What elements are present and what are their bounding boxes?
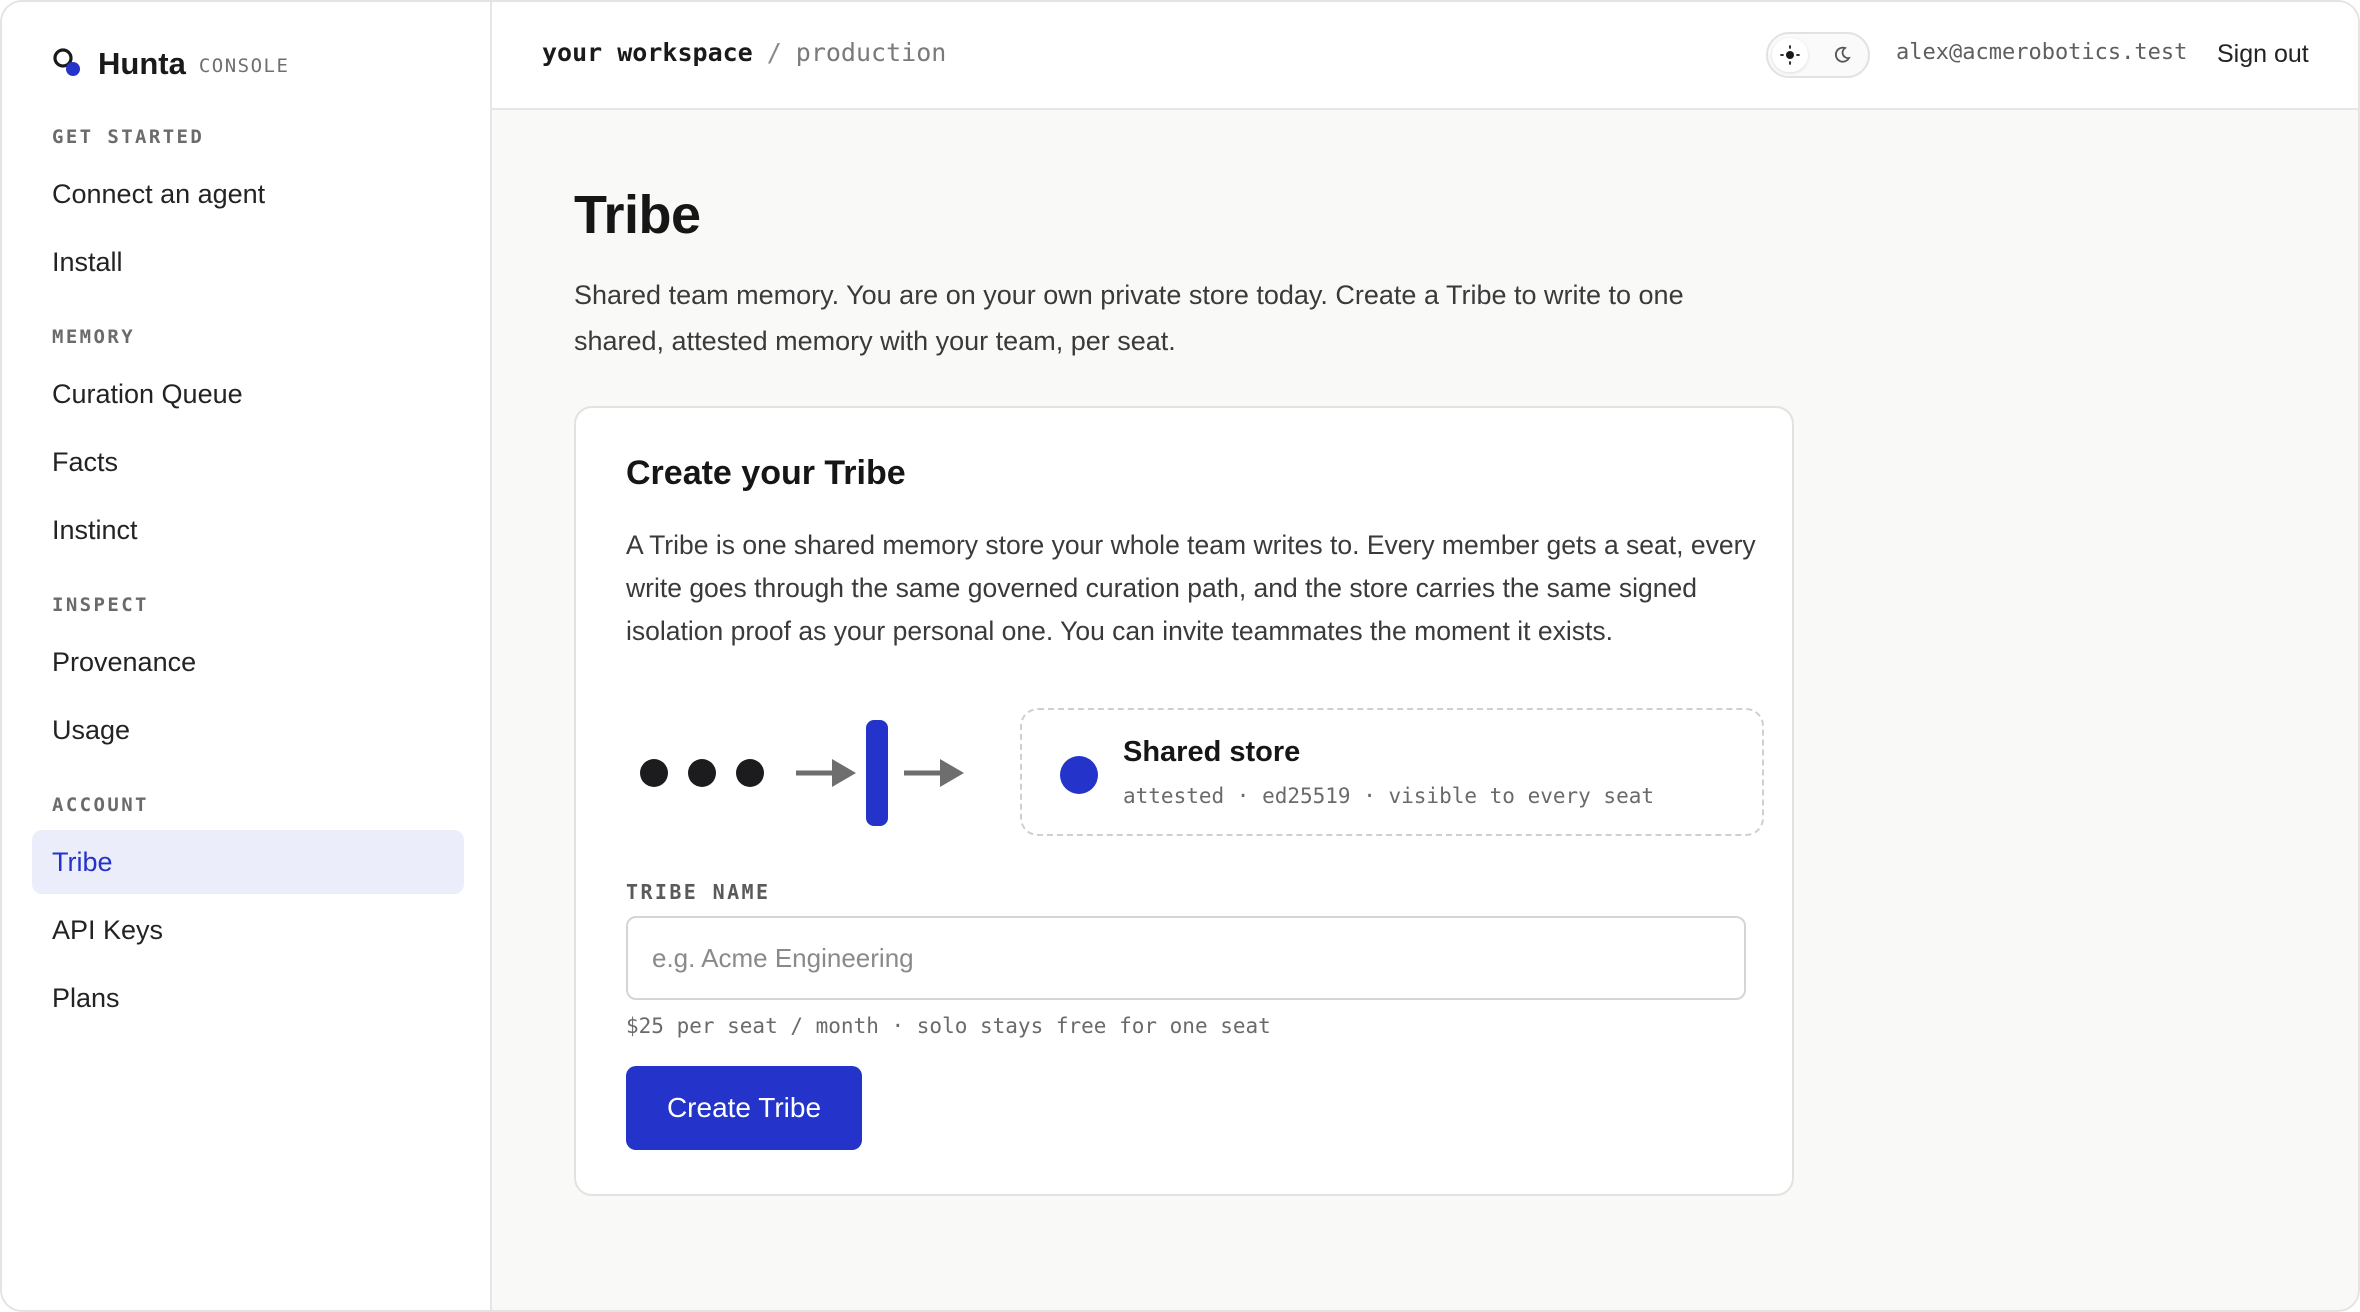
sidebar-item-plans[interactable]: Plans	[32, 966, 464, 1030]
arrow-right-icon	[904, 759, 964, 787]
sidebar: Hunta CONSOLE GET STARTED Connect an age…	[2, 2, 492, 1310]
sidebar-item-provenance[interactable]: Provenance	[32, 630, 464, 694]
page-title: Tribe	[574, 185, 701, 245]
tribe-name-label: TRIBE NAME	[626, 880, 771, 904]
breadcrumb-workspace[interactable]: your workspace	[542, 38, 753, 67]
breadcrumb-environment[interactable]: production	[796, 38, 947, 67]
sun-icon[interactable]	[1772, 38, 1808, 72]
member-dot	[640, 759, 668, 787]
create-tribe-card: Create your Tribe A Tribe is one shared …	[574, 406, 1794, 1196]
moon-icon[interactable]	[1826, 39, 1858, 71]
sidebar-item-install[interactable]: Install	[32, 230, 464, 294]
breadcrumb-separator: /	[766, 38, 782, 67]
flow-illustration	[640, 720, 964, 826]
create-tribe-button[interactable]: Create Tribe	[626, 1066, 862, 1150]
card-title: Create your Tribe	[626, 454, 906, 492]
sidebar-item-instinct[interactable]: Instinct	[32, 498, 464, 562]
tribe-name-input[interactable]	[626, 916, 1746, 1000]
nav-section-inspect: INSPECT	[52, 594, 149, 616]
sign-out-link[interactable]: Sign out	[2217, 40, 2309, 69]
page-description: Shared team memory. You are on your own …	[574, 280, 1684, 356]
nav-section-account: ACCOUNT	[52, 794, 149, 816]
brand[interactable]: Hunta CONSOLE	[52, 44, 289, 84]
sidebar-item-tribe[interactable]: Tribe	[32, 830, 464, 894]
sidebar-item-api-keys[interactable]: API Keys	[32, 898, 464, 962]
store-title: Shared store	[1123, 736, 1301, 768]
sidebar-item-curation-queue[interactable]: Curation Queue	[32, 362, 464, 426]
pricing-hint: $25 per seat / month · solo stays free f…	[626, 1014, 1271, 1038]
member-dot	[688, 759, 716, 787]
store-dot-icon	[1060, 756, 1098, 794]
app-window: Hunta CONSOLE GET STARTED Connect an age…	[0, 0, 2360, 1312]
brand-name: Hunta	[98, 46, 186, 81]
sidebar-item-connect-agent[interactable]: Connect an agent	[32, 162, 464, 226]
sidebar-item-usage[interactable]: Usage	[32, 698, 464, 762]
shared-store-box: Shared store attested · ed25519 · visibl…	[1020, 708, 1764, 836]
tribe-diagram: Shared store attested · ed25519 · visibl…	[626, 708, 1764, 838]
store-meta: attested · ed25519 · visible to every se…	[1123, 784, 1655, 808]
logo-icon	[52, 47, 82, 81]
nav-section-memory: MEMORY	[52, 326, 136, 348]
breadcrumb: your workspace / production	[542, 38, 946, 67]
card-description: A Tribe is one shared memory store your …	[626, 530, 1756, 646]
nav-section-get-started: GET STARTED	[52, 126, 205, 148]
brand-tag: CONSOLE	[198, 55, 290, 77]
member-dot	[736, 759, 764, 787]
sidebar-item-facts[interactable]: Facts	[32, 430, 464, 494]
user-email: alex@acmerobotics.test	[1896, 40, 2188, 65]
theme-toggle[interactable]	[1766, 32, 1870, 78]
main-content: Tribe Shared team memory. You are on you…	[492, 110, 2358, 1310]
arrow-right-icon	[796, 759, 856, 787]
top-bar: your workspace / production alex@acmerob…	[492, 2, 2358, 110]
curation-gate	[866, 720, 888, 826]
